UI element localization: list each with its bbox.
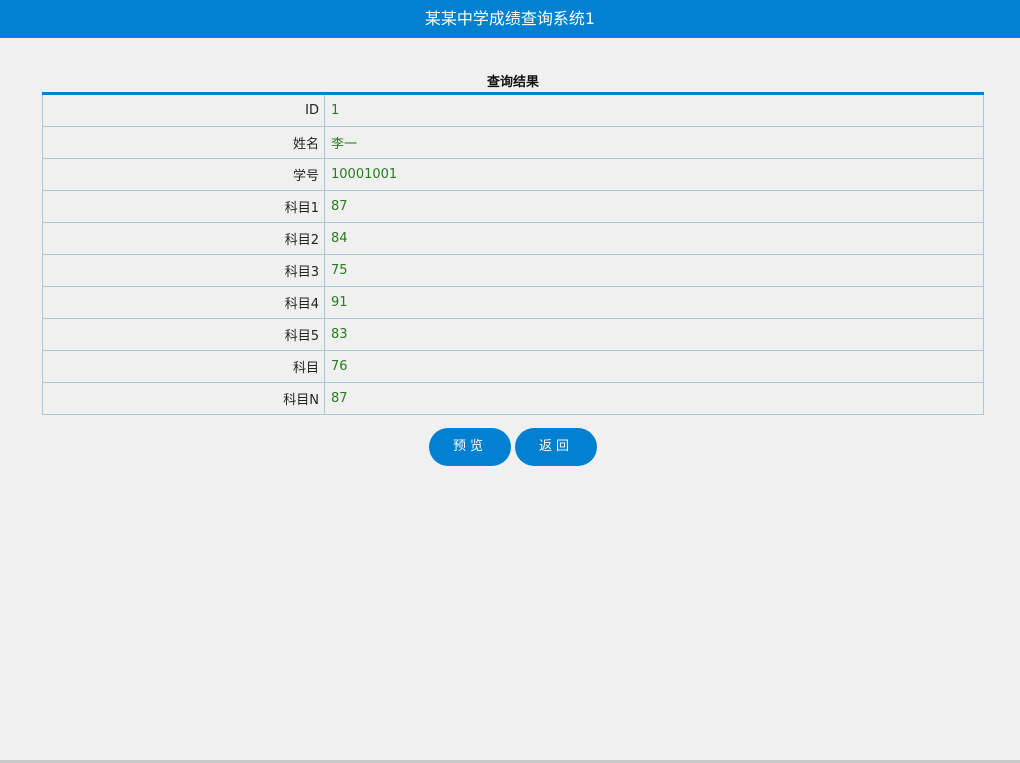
row-value-subject-2: 84 <box>324 222 984 255</box>
table-row: 科目3 75 <box>42 254 984 287</box>
row-label-name: 姓名 <box>42 126 325 159</box>
preview-button[interactable]: 预览 <box>429 428 511 466</box>
result-section: 查询结果 ID 1 姓名 李一 学号 10001001 科目1 87 科目2 8… <box>42 72 984 415</box>
row-value-name: 李一 <box>324 126 984 159</box>
row-label-subject-4: 科目4 <box>42 286 325 319</box>
result-table: ID 1 姓名 李一 学号 10001001 科目1 87 科目2 84 科目3… <box>42 92 984 415</box>
table-row: 科目 76 <box>42 350 984 383</box>
row-value-id: 1 <box>324 93 984 127</box>
table-row: 姓名 李一 <box>42 126 984 159</box>
row-value-subject-n: 87 <box>324 382 984 415</box>
row-label-id: ID <box>42 93 325 127</box>
table-row: ID 1 <box>42 93 984 127</box>
app-header: 某某中学成绩查询系统1 <box>0 0 1020 38</box>
row-value-subject-4: 91 <box>324 286 984 319</box>
app-title: 某某中学成绩查询系统1 <box>424 9 596 28</box>
row-value-subject-5: 83 <box>324 318 984 351</box>
action-buttons: 预览 返回 <box>429 428 599 466</box>
result-caption: 查询结果 <box>486 75 539 90</box>
table-row: 科目N 87 <box>42 382 984 415</box>
row-value-subject-3: 75 <box>324 254 984 287</box>
table-row: 科目1 87 <box>42 190 984 223</box>
table-row: 学号 10001001 <box>42 158 984 191</box>
table-row: 科目2 84 <box>42 222 984 255</box>
row-label-subject-1: 科目1 <box>42 190 325 223</box>
back-button[interactable]: 返回 <box>515 428 597 466</box>
row-label-subject-n: 科目N <box>42 382 325 415</box>
row-label-student-number: 学号 <box>42 158 325 191</box>
table-row: 科目4 91 <box>42 286 984 319</box>
row-value-subject: 76 <box>324 350 984 383</box>
table-row: 科目5 83 <box>42 318 984 351</box>
row-label-subject-5: 科目5 <box>42 318 325 351</box>
row-label-subject-3: 科目3 <box>42 254 325 287</box>
row-value-subject-1: 87 <box>324 190 984 223</box>
row-label-subject-2: 科目2 <box>42 222 325 255</box>
row-value-student-number: 10001001 <box>324 158 984 191</box>
row-label-subject: 科目 <box>42 350 325 383</box>
